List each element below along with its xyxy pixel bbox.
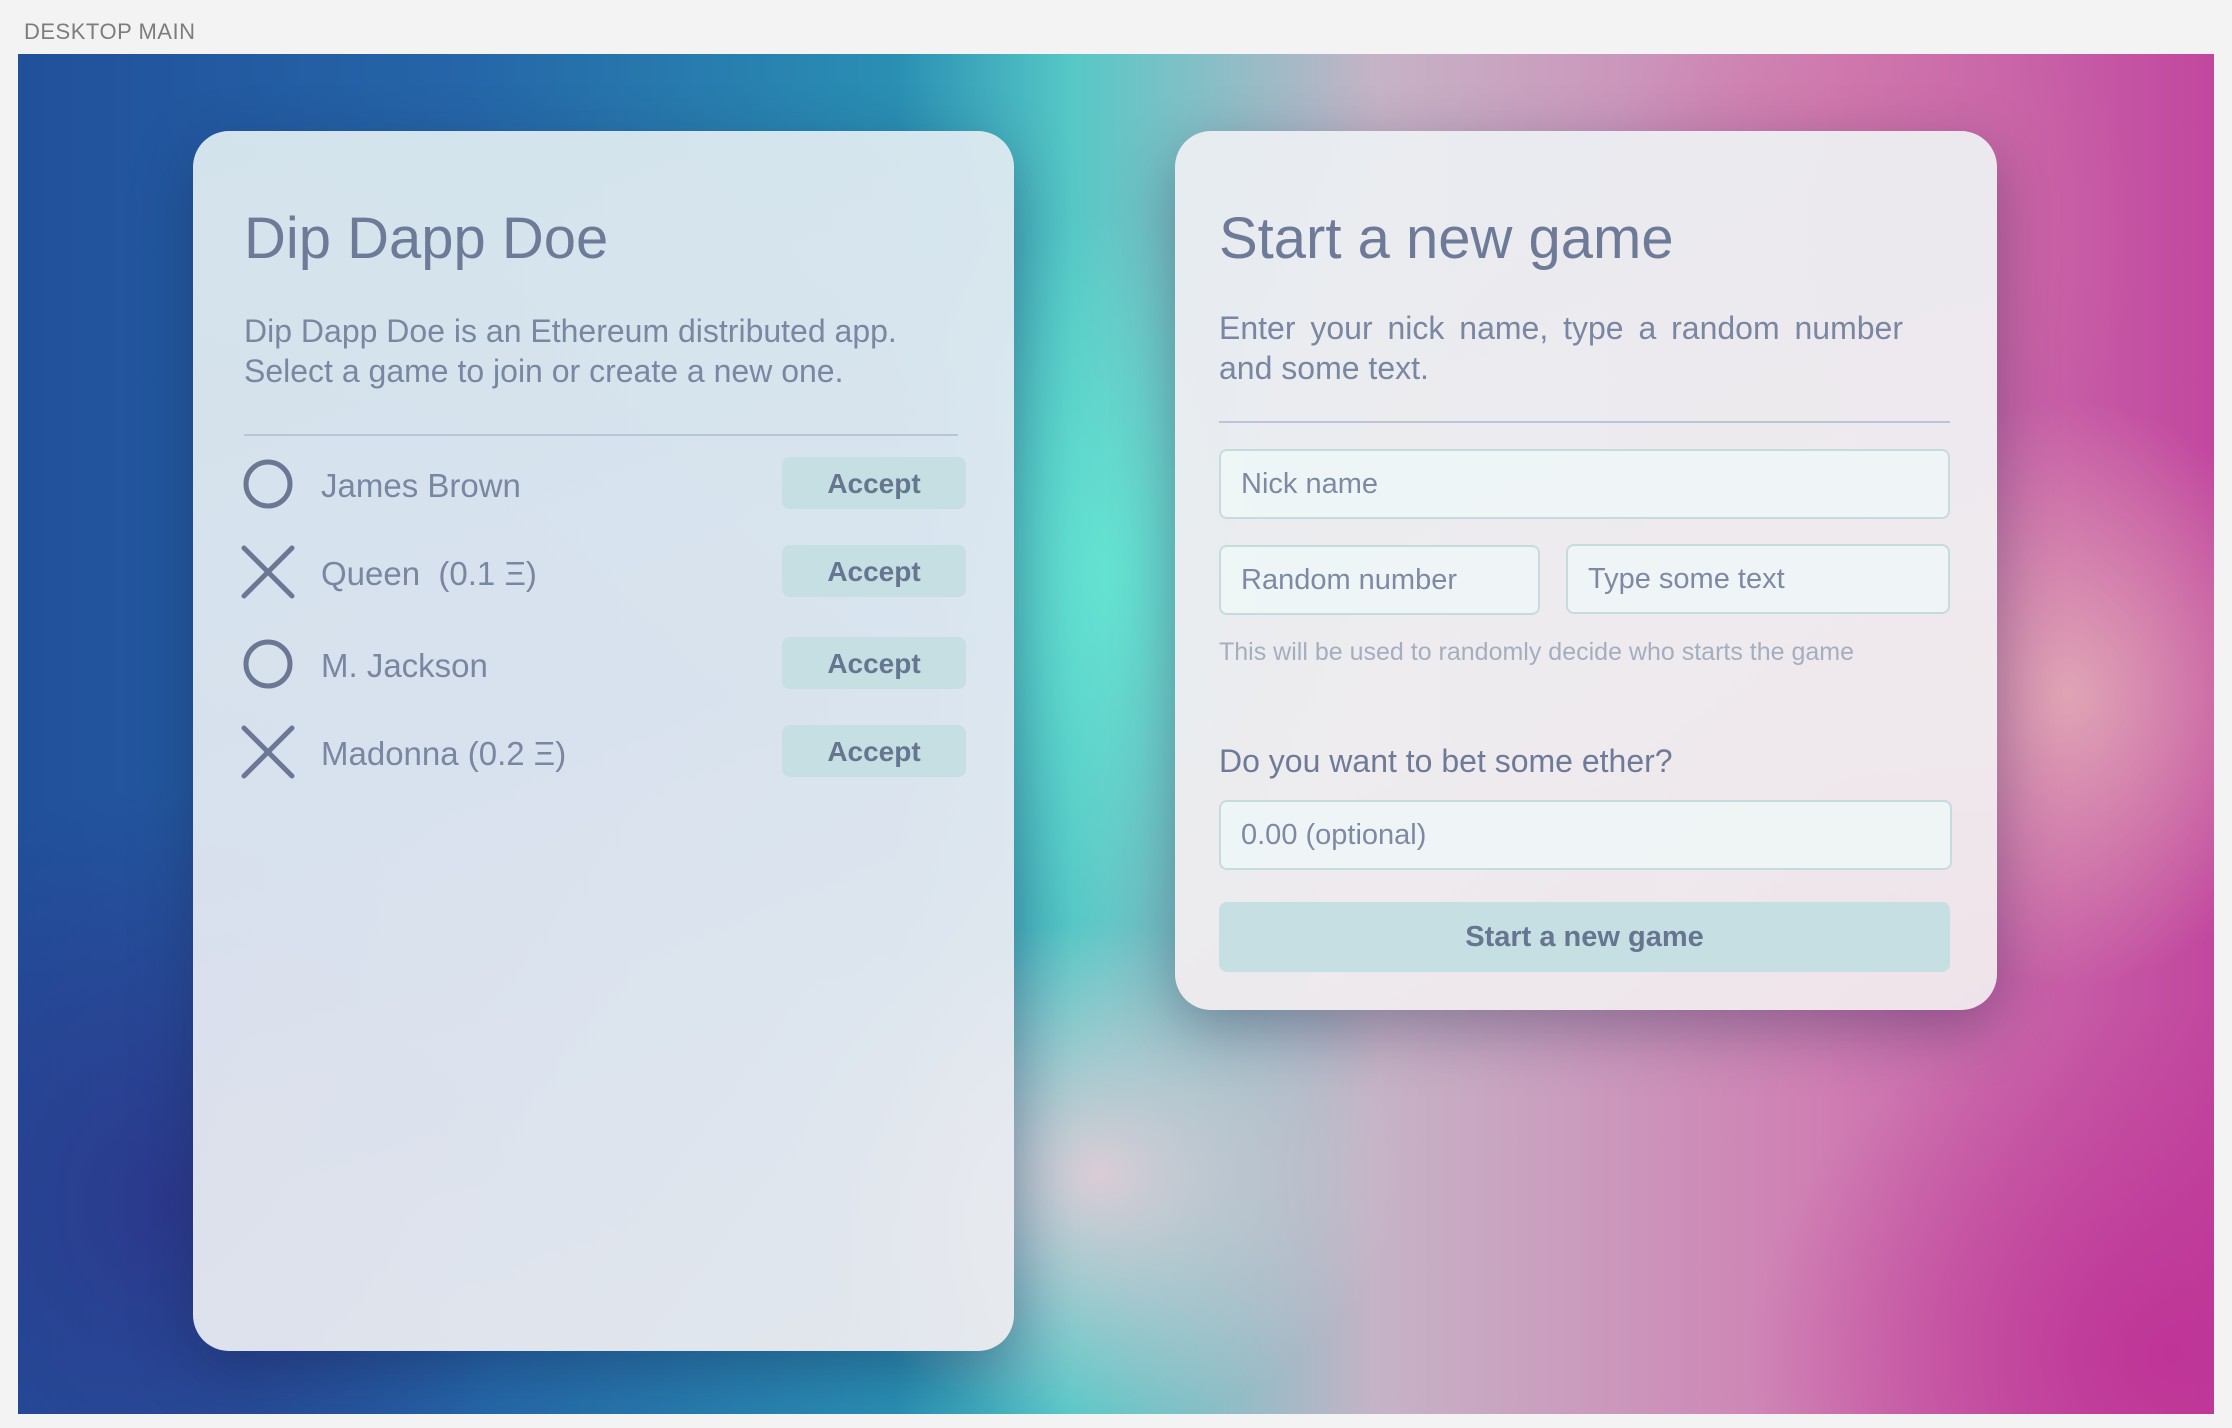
game-row: Madonna (0.2 Ξ) Accept [241,725,966,779]
circle-icon [243,639,293,689]
cross-icon [241,725,295,779]
game-row: James Brown Accept [241,457,966,511]
circle-icon [243,459,293,509]
new-game-description: Enter your nick name, type a random numb… [1219,310,1903,386]
frame-label: DESKTOP MAIN [24,19,196,44]
random-number-input[interactable] [1219,545,1540,615]
game-player-name: James Brown [321,467,521,504]
nick-name-input[interactable] [1219,449,1950,519]
cross-icon [241,545,295,599]
helper-text: This will be used to randomly decide who… [1219,638,1855,666]
game-row: M. Jackson Accept [241,637,966,691]
divider [244,434,958,436]
game-player-name: M. Jackson [321,647,488,684]
app-description: Dip Dapp Doe is an Ethereum distributed … [244,313,897,389]
bet-amount-input[interactable] [1219,800,1952,870]
start-new-game-button[interactable]: Start a new game [1219,902,1950,972]
accept-game-button[interactable]: Accept [782,457,966,509]
new-game-card: Start a new game Enter your nick name, t… [1175,131,1997,1010]
new-game-title: Start a new game [1219,206,1674,271]
accept-game-button[interactable]: Accept [782,637,966,689]
accept-game-button[interactable]: Accept [782,545,966,597]
accept-game-button[interactable]: Accept [782,725,966,777]
game-player-name: Madonna (0.2 Ξ) [321,735,567,772]
open-games-card: Dip Dapp Doe Dip Dapp Doe is an Ethereum… [193,131,1014,1351]
game-player-name: Queen (0.1 Ξ) [321,555,537,592]
random-text-input[interactable] [1566,544,1950,614]
divider [1219,421,1950,423]
desktop-background: Dip Dapp Doe Dip Dapp Doe is an Ethereum… [18,54,2214,1414]
bet-label: Do you want to bet some ether? [1219,743,1673,779]
app-title: Dip Dapp Doe [244,206,609,271]
game-row: Queen (0.1 Ξ) Accept [241,545,966,599]
